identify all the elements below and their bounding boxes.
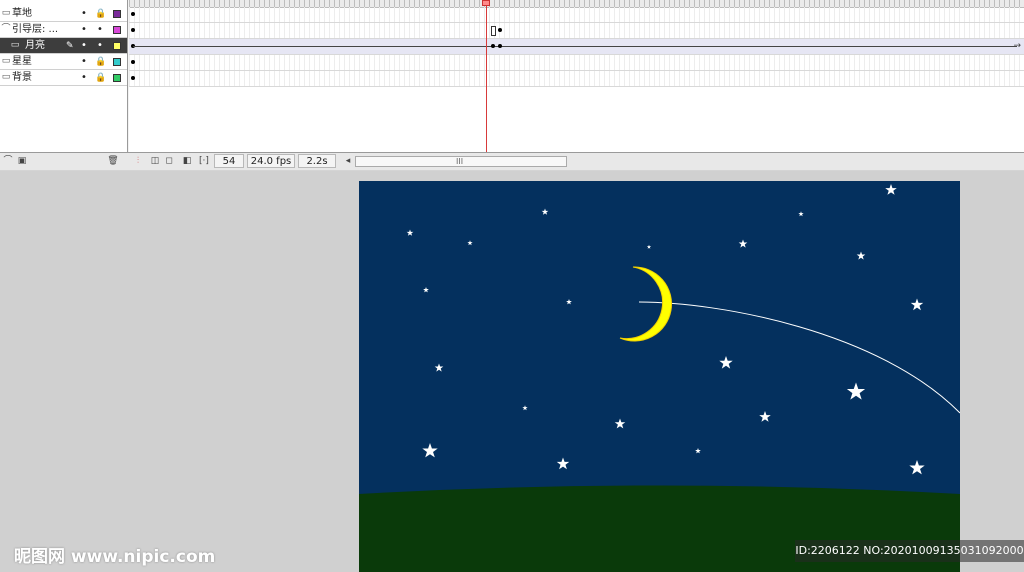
playhead-handle[interactable] [482, 0, 490, 6]
current-frame-field: 54 [214, 154, 244, 168]
elapsed-time-field: 2.2s [298, 154, 336, 168]
lock-icon[interactable]: 🔒 [95, 70, 106, 86]
motion-tween-line [133, 46, 1017, 47]
keyframe-dot[interactable] [131, 60, 135, 64]
layer-name: 背景 [12, 72, 32, 83]
visibility-toggle[interactable]: • [80, 70, 88, 86]
layer-row-grass[interactable]: ▭ 草地 • 🔒 [0, 6, 127, 22]
timeline-status-bar: ⌒ ▣ 🗑 ⫶ ◫ ◻ ◧ [·] 54 24.0 fps 2.2s ◂ III [0, 152, 1024, 170]
layer-row-background[interactable]: ▭ 背景 • 🔒 [0, 70, 127, 86]
frame-row-stars[interactable] [129, 55, 1024, 71]
visibility-toggle[interactable]: • [80, 6, 88, 22]
watermark-left: 昵图网 www.nipic.com [14, 547, 216, 567]
modify-markers-icon[interactable]: [·] [198, 155, 210, 167]
layer-list: ▭ 草地 • 🔒 ⌒ 引导层: ... • • ▭ 月亮 ✎ • • ▭ 星星 … [0, 0, 128, 152]
keyframe-dot[interactable] [498, 28, 502, 32]
end-frame[interactable] [491, 26, 496, 36]
frame-rate-field[interactable]: 24.0 fps [247, 154, 295, 168]
keyframe-dot[interactable] [498, 44, 502, 48]
layer-icon: ▭ [1, 56, 11, 66]
guide-layer-icon: ⌒ [1, 24, 11, 34]
visibility-toggle[interactable]: • [80, 22, 88, 38]
lock-toggle[interactable]: • [96, 38, 104, 54]
keyframe-dot[interactable] [491, 44, 495, 48]
edit-multiple-frames-icon[interactable]: ◧ [181, 155, 193, 167]
horizontal-scrollbar[interactable]: III [355, 156, 567, 167]
layer-row-guide[interactable]: ⌒ 引导层: ... • • [0, 22, 127, 38]
scroll-left-icon[interactable]: ◂ [342, 155, 354, 167]
onion-skin-outline-icon[interactable]: ◻ [163, 155, 175, 167]
layer-icon: ▭ [1, 72, 11, 82]
keyframe-dot[interactable] [131, 28, 135, 32]
playhead-line [486, 0, 487, 152]
frame-row-moon[interactable]: → [129, 39, 1024, 55]
stage-canvas[interactable] [359, 181, 960, 572]
trash-icon[interactable]: 🗑 [107, 155, 119, 167]
layer-color-swatch[interactable] [113, 42, 121, 50]
layer-row-stars[interactable]: ▭ 星星 • 🔒 [0, 54, 127, 70]
frame-row-grass[interactable] [129, 7, 1024, 23]
visibility-toggle[interactable]: • [80, 38, 88, 54]
keyframe-dot[interactable] [131, 12, 135, 16]
layer-icon: ▭ [1, 8, 11, 18]
add-motion-guide-icon[interactable]: ⌒ [2, 155, 14, 167]
layer-name: 星星 [12, 56, 32, 67]
layer-color-swatch[interactable] [113, 10, 121, 18]
lock-toggle[interactable]: • [96, 22, 104, 38]
center-frame-icon[interactable]: ⫶ [132, 155, 144, 167]
frame-grid[interactable]: → [129, 0, 1024, 152]
layer-name: 草地 [12, 8, 32, 19]
layer-color-swatch[interactable] [113, 74, 121, 82]
add-layer-folder-icon[interactable]: ▣ [16, 155, 28, 167]
frame-row-guide[interactable] [129, 23, 1024, 39]
lock-icon[interactable]: 🔒 [95, 54, 106, 70]
guided-layer-icon: ▭ [10, 40, 20, 50]
keyframe-dot[interactable] [131, 76, 135, 80]
layer-color-swatch[interactable] [113, 58, 121, 66]
timeline-panel: ▭ 草地 • 🔒 ⌒ 引导层: ... • • ▭ 月亮 ✎ • • ▭ 星星 … [0, 0, 1024, 170]
pencil-icon: ✎ [66, 41, 74, 51]
layer-name: 引导层: ... [12, 24, 59, 35]
layer-name: 月亮 [25, 40, 45, 51]
frame-row-background[interactable] [129, 71, 1024, 87]
tween-arrow-icon: → [1013, 41, 1021, 51]
scroll-grip[interactable]: III [456, 157, 463, 166]
layer-color-swatch[interactable] [113, 26, 121, 34]
layer-row-moon[interactable]: ▭ 月亮 ✎ • • [0, 38, 127, 54]
lock-icon[interactable]: 🔒 [95, 6, 106, 22]
visibility-toggle[interactable]: • [80, 54, 88, 70]
onion-skin-icon[interactable]: ◫ [149, 155, 161, 167]
watermark-right: ID:2206122 NO:20201009135031092000 [795, 540, 1024, 562]
